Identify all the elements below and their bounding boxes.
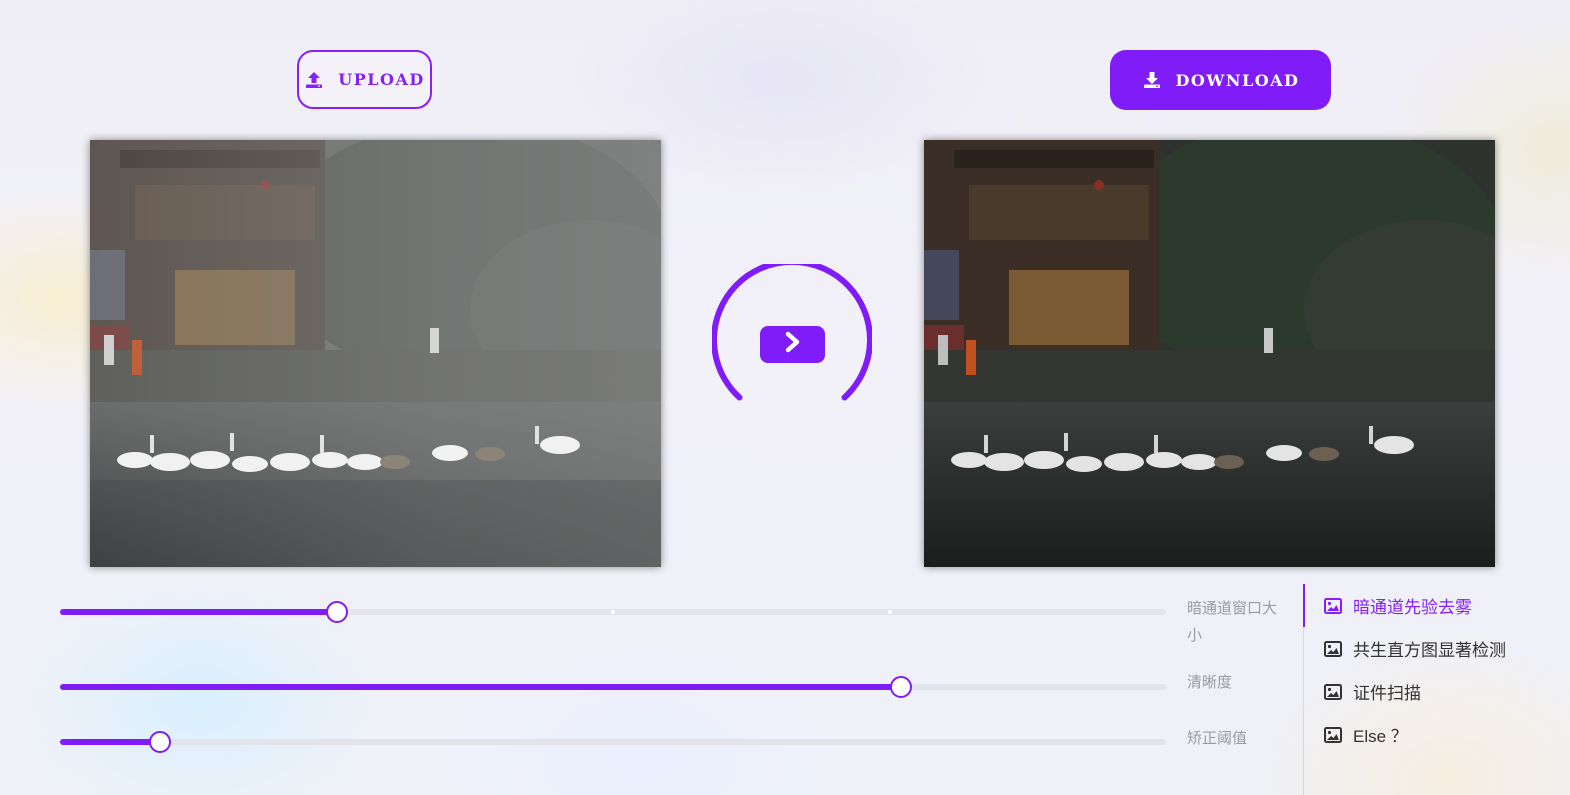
- slider-fill: [60, 609, 337, 615]
- window-size-label: 暗通道窗口大小: [1187, 600, 1278, 644]
- window-size-slider[interactable]: [60, 601, 1166, 623]
- upload-icon: [304, 70, 324, 90]
- correction-threshold-slider[interactable]: [60, 731, 1166, 753]
- image-icon: [1324, 726, 1342, 743]
- nav-item-label: 共生直方图显著检测: [1353, 641, 1506, 660]
- clarity-label: 清晰度: [1187, 674, 1233, 691]
- original-image: [90, 140, 661, 567]
- nav-item-label: 证件扫描: [1353, 684, 1421, 703]
- upload-label: UPLOAD: [338, 70, 425, 89]
- correction-threshold-label: 矫正阈值: [1187, 730, 1248, 747]
- slider-thumb[interactable]: [325, 601, 348, 623]
- nav-item-id-scan[interactable]: 证件扫描: [1324, 670, 1421, 713]
- nav-item-cooccurrence-saliency[interactable]: 共生直方图显著检测: [1324, 627, 1506, 670]
- clarity-slider[interactable]: [60, 676, 1166, 698]
- nav-item-label: Else ？: [1353, 727, 1408, 746]
- process-control[interactable]: [712, 264, 872, 404]
- result-image: [924, 140, 1495, 567]
- slider-mark: [887, 610, 892, 614]
- slider-thumb[interactable]: [148, 731, 171, 753]
- nav-item-label: 暗通道先验去雾: [1353, 598, 1472, 617]
- nav-item-else[interactable]: Else ？: [1324, 713, 1408, 756]
- download-icon: [1142, 70, 1162, 90]
- image-icon: [1324, 683, 1342, 700]
- slider-track[interactable]: [60, 739, 1166, 745]
- nav-active-indicator: [1303, 584, 1305, 627]
- download-button[interactable]: DOWNLOAD: [1110, 50, 1331, 110]
- slider-fill: [60, 739, 160, 745]
- chevron-right-icon: [783, 331, 803, 358]
- slider-mark: [611, 610, 615, 614]
- slider-thumb[interactable]: [889, 676, 912, 698]
- nav-item-dark-channel-dehaze[interactable]: 暗通道先验去雾: [1324, 584, 1472, 627]
- image-icon: [1324, 640, 1342, 657]
- process-button[interactable]: [760, 326, 825, 363]
- slider-fill: [60, 684, 901, 690]
- image-icon: [1324, 597, 1342, 614]
- algorithm-nav: 暗通道先验去雾 共生直方图显著检测 证件扫描 Else ？: [1303, 584, 1544, 795]
- upload-button[interactable]: UPLOAD: [297, 50, 432, 109]
- download-label: DOWNLOAD: [1175, 70, 1300, 90]
